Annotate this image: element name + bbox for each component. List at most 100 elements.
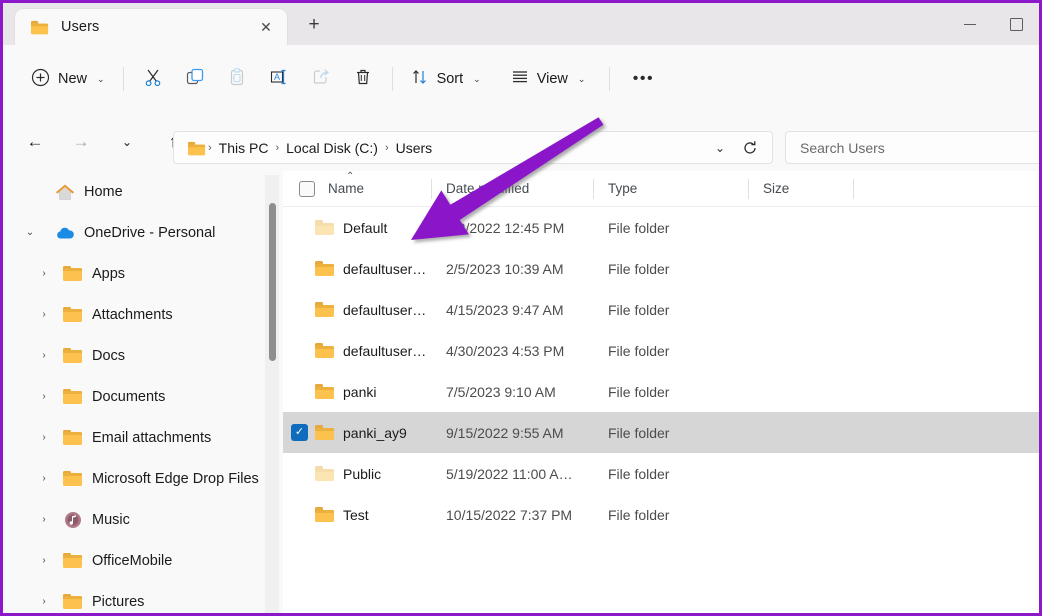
cut-button[interactable] <box>132 61 174 97</box>
sort-button[interactable]: Sort ⌄ <box>401 61 491 97</box>
column-divider[interactable] <box>593 179 594 199</box>
sidebar-item-apps[interactable]: › Apps <box>9 253 277 294</box>
title-bar: Users ✕ + <box>3 3 1039 45</box>
recent-locations-button[interactable]: ⌄ <box>111 126 143 158</box>
sidebar-item-label: OfficeMobile <box>92 553 172 569</box>
column-divider[interactable] <box>431 179 432 199</box>
chevron-right-icon[interactable]: › <box>33 427 55 449</box>
file-type: File folder <box>608 507 669 523</box>
share-button[interactable] <box>300 61 342 97</box>
sidebar-item-onedrive-personal[interactable]: ⌄OneDrive - Personal <box>9 212 277 253</box>
tab-users[interactable]: Users ✕ <box>15 9 287 45</box>
table-row[interactable]: Test10/15/2022 7:37 PMFile folder <box>283 494 1039 535</box>
file-date-modified: 9/15/2022 9:55 AM <box>446 425 564 441</box>
file-date-modified: 7/5/2023 9:10 AM <box>446 384 556 400</box>
table-row[interactable]: panki7/5/2023 9:10 AMFile folder <box>283 371 1039 412</box>
sidebar-item-pictures[interactable]: › Pictures <box>9 581 277 616</box>
chevron-down-icon: ⌄ <box>97 74 105 85</box>
new-tab-button[interactable]: + <box>301 12 327 38</box>
minimize-button[interactable] <box>947 3 993 45</box>
sidebar-item-label: Docs <box>92 348 125 364</box>
breadcrumb-item-local-disk[interactable]: Local Disk (C:) <box>282 138 382 158</box>
sidebar-scrollbar-thumb[interactable] <box>269 203 276 361</box>
sidebar-item-attachments[interactable]: ›Attachments <box>9 294 277 335</box>
svg-text:A: A <box>274 72 280 82</box>
sidebar-item-home[interactable]: Home <box>9 171 277 212</box>
more-options-button[interactable]: ••• <box>622 61 664 97</box>
file-name: defaultuser… <box>343 343 426 359</box>
new-button-label: New <box>58 71 87 87</box>
chevron-right-icon[interactable]: › <box>33 304 55 326</box>
table-row[interactable]: Default8/2/2022 12:45 PMFile folder <box>283 207 1039 248</box>
chevron-down-icon: ⌄ <box>473 74 481 85</box>
breadcrumb[interactable]: › This PC › Local Disk (C:) › Users ⌄ <box>173 131 773 164</box>
file-name: Public <box>343 466 381 482</box>
cloud-icon <box>55 224 75 242</box>
column-header-type[interactable]: Type <box>608 181 637 196</box>
file-date-modified: 4/15/2023 9:47 AM <box>446 302 564 318</box>
chevron-right-icon[interactable]: › <box>33 468 55 490</box>
sidebar-item-email-attachments[interactable]: ›Email attachments <box>9 417 277 458</box>
file-list-pane: Name ⌃ Date modified Type Size Default8/… <box>283 171 1039 616</box>
chevron-right-icon[interactable]: › <box>33 263 55 285</box>
breadcrumb-separator: › <box>208 142 212 154</box>
chevron-right-icon[interactable]: › <box>33 386 55 408</box>
sidebar-item-docs[interactable]: › Docs <box>9 335 277 376</box>
expander-spacer <box>19 181 41 203</box>
folder-icon <box>315 260 335 277</box>
column-header-date-modified[interactable]: Date modified <box>446 181 529 196</box>
file-type: File folder <box>608 425 669 441</box>
row-checkbox-checked[interactable]: ✓ <box>291 424 308 441</box>
sidebar-item-microsoft-edge-drop-files[interactable]: ›Microsoft Edge Drop Files <box>9 458 277 499</box>
close-icon[interactable]: ✕ <box>255 16 277 38</box>
table-row[interactable]: defaultuser…4/30/2023 4:53 PMFile folder <box>283 330 1039 371</box>
breadcrumb-item-this-pc[interactable]: This PC <box>215 138 273 158</box>
chevron-right-icon[interactable]: › <box>33 345 55 367</box>
file-name: panki_ay9 <box>343 425 407 441</box>
maximize-button[interactable] <box>993 3 1039 45</box>
refresh-icon[interactable] <box>736 135 764 161</box>
forward-button[interactable]: → <box>65 126 97 158</box>
back-button[interactable]: ← <box>19 126 51 158</box>
copy-icon <box>185 67 205 92</box>
view-button[interactable]: View ⌄ <box>501 61 596 97</box>
music-icon <box>63 511 83 529</box>
table-row[interactable]: defaultuser…4/15/2023 9:47 AMFile folder <box>283 289 1039 330</box>
folder-icon <box>63 552 83 570</box>
sidebar-item-officemobile[interactable]: › OfficeMobile <box>9 540 277 581</box>
chevron-right-icon[interactable]: › <box>33 509 55 531</box>
rename-button[interactable]: A <box>258 61 300 97</box>
column-header-name[interactable]: Name <box>328 181 364 196</box>
table-row[interactable]: ✓ panki_ay9 9/15/2022 9:55 AM File folder <box>283 412 1039 453</box>
sidebar-item-music[interactable]: ›Music <box>9 499 277 540</box>
breadcrumb-item-users[interactable]: Users <box>392 138 437 158</box>
select-all-checkbox[interactable] <box>299 181 315 197</box>
file-date-modified: 2/5/2023 10:39 AM <box>446 261 564 277</box>
sidebar-item-label: Home <box>84 184 123 200</box>
breadcrumb-actions: ⌄ <box>706 135 764 161</box>
breadcrumb-separator: › <box>385 142 389 154</box>
table-row[interactable]: Public5/19/2022 11:00 A…File folder <box>283 453 1039 494</box>
window-controls <box>947 3 1039 45</box>
chevron-right-icon[interactable]: › <box>33 550 55 572</box>
column-header-size[interactable]: Size <box>763 181 789 196</box>
folder-icon <box>63 429 83 447</box>
sidebar-item-documents[interactable]: ›Documents <box>9 376 277 417</box>
sidebar-item-label: Pictures <box>92 594 144 610</box>
new-button[interactable]: New ⌄ <box>21 61 115 97</box>
sort-ascending-icon: ⌃ <box>346 172 354 182</box>
chevron-right-icon[interactable]: › <box>33 591 55 613</box>
file-type: File folder <box>608 343 669 359</box>
folder-icon <box>31 20 49 35</box>
search-input[interactable]: Search Users <box>785 131 1042 164</box>
copy-button[interactable] <box>174 61 216 97</box>
file-name: defaultuser… <box>343 261 426 277</box>
chevron-down-icon[interactable]: ⌄ <box>706 135 734 161</box>
delete-button[interactable] <box>342 61 384 97</box>
column-divider[interactable] <box>853 179 854 199</box>
column-divider[interactable] <box>748 179 749 199</box>
paste-button[interactable] <box>216 61 258 97</box>
chevron-down-icon[interactable]: ⌄ <box>19 222 41 244</box>
table-row[interactable]: defaultuser…2/5/2023 10:39 AMFile folder <box>283 248 1039 289</box>
sidebar-item-label: Apps <box>92 266 125 282</box>
